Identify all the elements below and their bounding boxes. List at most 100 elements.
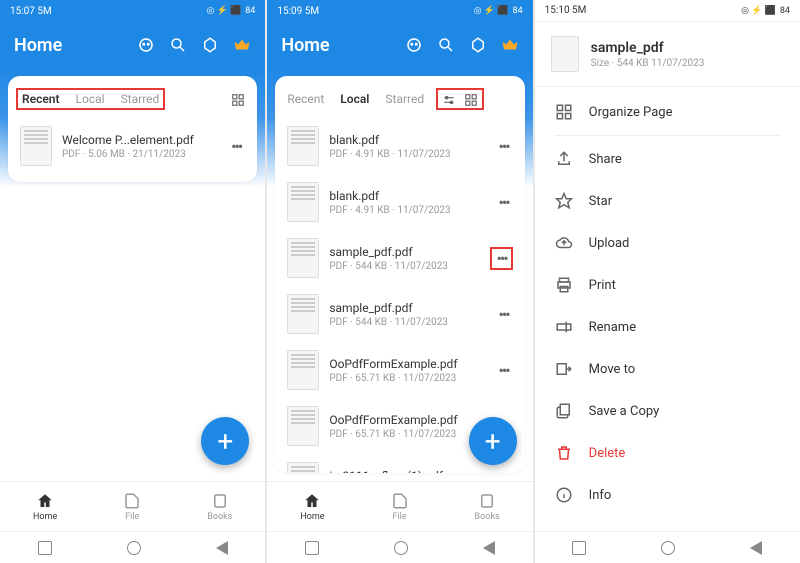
action-info[interactable]: Info <box>535 474 800 516</box>
rename-icon <box>555 318 573 336</box>
nav-home[interactable]: Home <box>300 492 324 522</box>
sys-recent[interactable] <box>572 541 586 555</box>
action-organize[interactable]: Organize Page <box>535 91 800 133</box>
file-name: blank.pdf <box>329 133 484 147</box>
books-icon <box>478 492 496 510</box>
print-icon <box>555 276 573 294</box>
search-icon[interactable] <box>437 36 455 54</box>
file-item[interactable]: blank.pdf PDF · 4.91 KB · 11/07/2023 ••• <box>275 174 524 230</box>
savecopy-icon <box>555 402 573 420</box>
tab-recent[interactable]: Recent <box>287 92 324 106</box>
action-star[interactable]: Star <box>535 180 800 222</box>
file-meta: PDF · 4.91 KB · 11/07/2023 <box>329 205 484 216</box>
action-upload[interactable]: Upload <box>535 222 800 264</box>
nav-file[interactable]: File <box>391 492 409 522</box>
tab-local[interactable]: Local <box>76 92 105 106</box>
sys-back[interactable] <box>750 541 762 555</box>
file-name: blank.pdf <box>329 189 484 203</box>
file-meta: PDF · 544 KB · 11/07/2023 <box>329 261 480 272</box>
header-title: Home <box>14 35 62 56</box>
file-name: irc3111a_flow (1).pdf <box>329 469 484 474</box>
more-icon[interactable]: ••• <box>494 473 512 474</box>
settings-icon[interactable] <box>469 36 487 54</box>
share-icon <box>555 150 573 168</box>
nav-books[interactable]: Books <box>207 492 232 522</box>
file-thumbnail <box>287 350 319 390</box>
more-icon[interactable]: ••• <box>494 137 512 156</box>
more-icon[interactable]: ••• <box>490 247 512 270</box>
robot-icon[interactable] <box>405 36 423 54</box>
file-item[interactable]: Welcome P...element.pdf PDF · 5.06 MB · … <box>8 118 257 174</box>
search-icon[interactable] <box>169 36 187 54</box>
nav-books[interactable]: Books <box>475 492 500 522</box>
status-bar: 15:07 5M ◎ ⚡ ⬛ 84 <box>0 0 265 22</box>
sheet-title: sample_pdf <box>591 40 705 56</box>
file-thumbnail <box>287 126 319 166</box>
sys-back[interactable] <box>216 541 228 555</box>
sys-back[interactable] <box>483 541 495 555</box>
grid-icon <box>555 103 573 121</box>
tab-recent[interactable]: Recent <box>22 92 60 106</box>
bottom-nav: Home File Books <box>0 481 265 531</box>
file-meta: PDF · 65.71 KB · 11/07/2023 <box>329 429 484 440</box>
action-rename[interactable]: Rename <box>535 306 800 348</box>
header-title: Home <box>281 35 329 56</box>
action-print[interactable]: Print <box>535 264 800 306</box>
file-name: Welcome P...element.pdf <box>62 133 217 147</box>
file-item[interactable]: OoPdfFormExample.pdf PDF · 65.71 KB · 11… <box>275 342 524 398</box>
crown-icon[interactable] <box>501 36 519 54</box>
status-bar: 15:09 5M ◎ ⚡ ⬛ 84 <box>267 0 532 22</box>
upload-icon <box>555 234 573 252</box>
file-item[interactable]: sample_pdf.pdf PDF · 544 KB · 11/07/2023… <box>275 286 524 342</box>
file-thumbnail <box>20 126 52 166</box>
tab-starred[interactable]: Starred <box>121 92 160 106</box>
sys-home[interactable] <box>127 541 141 555</box>
action-savecopy[interactable]: Save a Copy <box>535 390 800 432</box>
star-icon <box>555 192 573 210</box>
more-icon[interactable]: ••• <box>227 137 245 156</box>
file-thumbnail <box>551 36 579 72</box>
file-meta: PDF · 5.06 MB · 21/11/2023 <box>62 149 217 160</box>
grid-view-icon[interactable] <box>464 92 478 106</box>
books-icon <box>211 492 229 510</box>
file-thumbnail <box>287 406 319 446</box>
more-icon[interactable]: ••• <box>494 305 512 324</box>
file-icon <box>391 492 409 510</box>
file-item[interactable]: sample_pdf.pdf PDF · 544 KB · 11/07/2023… <box>275 230 524 286</box>
file-item[interactable]: blank.pdf PDF · 4.91 KB · 11/07/2023 ••• <box>275 118 524 174</box>
file-meta: PDF · 4.91 KB · 11/07/2023 <box>329 149 484 160</box>
grid-view-icon[interactable] <box>231 92 245 106</box>
robot-icon[interactable] <box>137 36 155 54</box>
sys-home[interactable] <box>661 541 675 555</box>
file-name: sample_pdf.pdf <box>329 245 480 259</box>
tab-local[interactable]: Local <box>340 92 369 106</box>
fab-add[interactable]: + <box>469 417 517 465</box>
file-name: sample_pdf.pdf <box>329 301 484 315</box>
system-nav <box>535 531 800 563</box>
tabs-row: Recent Local Starred <box>8 84 257 118</box>
action-share[interactable]: Share <box>535 138 800 180</box>
tab-starred[interactable]: Starred <box>385 92 424 106</box>
sort-icon[interactable] <box>442 92 456 106</box>
file-meta: PDF · 544 KB · 11/07/2023 <box>329 317 484 328</box>
action-moveto[interactable]: Move to <box>535 348 800 390</box>
fab-add[interactable]: + <box>201 417 249 465</box>
status-bar: 15:10 5M ◎ ⚡ ⬛ 84 <box>535 0 800 22</box>
moveto-icon <box>555 360 573 378</box>
file-icon <box>123 492 141 510</box>
more-icon[interactable]: ••• <box>494 193 512 212</box>
sys-recent[interactable] <box>38 541 52 555</box>
more-icon[interactable]: ••• <box>494 361 512 380</box>
crown-icon[interactable] <box>233 36 251 54</box>
sys-home[interactable] <box>394 541 408 555</box>
nav-home[interactable]: Home <box>33 492 57 522</box>
file-name: OoPdfFormExample.pdf <box>329 357 484 371</box>
sys-recent[interactable] <box>305 541 319 555</box>
tabs-row: Recent Local Starred <box>275 84 524 118</box>
nav-file[interactable]: File <box>123 492 141 522</box>
screen-recent: 15:07 5M ◎ ⚡ ⬛ 84 Home Recent Local Star… <box>0 0 265 563</box>
app-header: Home <box>267 22 532 68</box>
action-delete[interactable]: Delete <box>535 432 800 474</box>
file-thumbnail <box>287 294 319 334</box>
settings-icon[interactable] <box>201 36 219 54</box>
